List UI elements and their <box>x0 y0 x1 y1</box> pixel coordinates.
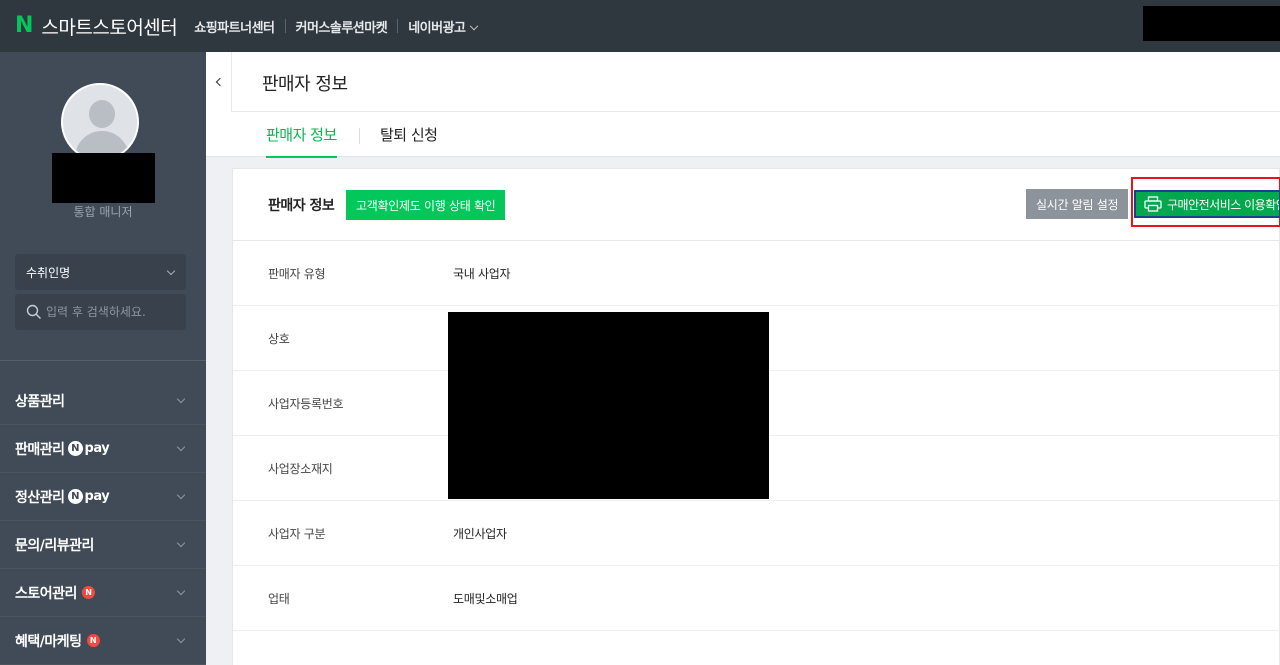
npay-text: pay <box>84 441 110 456</box>
avatar-head <box>89 100 115 128</box>
topnav-naver-ads[interactable]: 네이버광고 <box>408 17 478 36</box>
safe-purchase-service-label: 구매안전서비스 이용확인 <box>1167 197 1280 212</box>
sidebar-item-label: 혜택/마케팅 <box>15 633 82 650</box>
topnav-shopping-partner[interactable]: 쇼핑파트너센터 <box>194 17 275 36</box>
redacted-business-details <box>448 312 769 499</box>
chevron-down-icon <box>176 586 186 596</box>
user-avatar-icon <box>61 83 139 161</box>
table-row: 사업자 구분 개인사업자 <box>233 501 1280 566</box>
row-label: 사업자등록번호 <box>268 397 344 411</box>
store-select-value: 수취인명 <box>26 265 71 280</box>
sidebar-item-label: 상품관리 <box>15 393 65 410</box>
sidebar-item-store[interactable]: 스토어관리 N <box>0 569 206 617</box>
sidebar-item-label: 판매관리 <box>15 441 65 458</box>
row-label: 사업장소재지 <box>268 462 333 476</box>
row-value: 국내 사업자 <box>453 267 511 281</box>
sidebar-menu: 상품관리 판매관리 Npay 정산관리 Npay 문의/리뷰관리 스토어관리 N <box>0 377 206 665</box>
npay-badge: Npay <box>67 489 110 504</box>
logo[interactable]: N 스마트스토어센터 <box>15 13 178 40</box>
topnav-divider <box>284 19 286 33</box>
chevron-down-icon <box>176 490 186 500</box>
sidebar-item-label: 스토어관리 <box>15 585 77 602</box>
page-title: 판매자 정보 <box>262 74 348 95</box>
printer-icon <box>1144 196 1162 212</box>
search-input[interactable] <box>46 305 186 319</box>
redacted-user-name <box>52 153 155 203</box>
chevron-down-icon <box>469 21 478 30</box>
sidebar: 통합 매니저 수취인명 상품관리 판매관리 Npay 정산관리 Npay <box>0 52 206 665</box>
sidebar-item-settlement[interactable]: 정산관리 Npay <box>0 473 206 521</box>
npay-badge: Npay <box>67 441 110 456</box>
chevron-down-icon <box>166 266 176 275</box>
card-header: 판매자 정보 고객확인제도 이행 상태 확인 실시간 알림 설정 구매안전서비스… <box>233 169 1280 241</box>
npay-n-icon: N <box>67 489 83 504</box>
table-row: 업태 도매및소매업 <box>233 566 1280 631</box>
npay-n-icon: N <box>67 441 83 456</box>
row-value: 도매및소매업 <box>453 592 518 606</box>
sidebar-item-product[interactable]: 상품관리 <box>0 377 206 425</box>
row-label: 사업자 구분 <box>268 527 326 541</box>
store-select-dropdown[interactable]: 수취인명 <box>15 254 186 290</box>
topnav-divider <box>397 19 399 33</box>
sidebar-item-sales[interactable]: 판매관리 Npay <box>0 425 206 473</box>
chevron-down-icon <box>176 538 186 548</box>
row-label: 판매자 유형 <box>268 267 326 281</box>
redacted-account-area <box>1143 6 1280 41</box>
card-title: 판매자 정보 <box>268 198 335 214</box>
app-title: 스마트스토어센터 <box>41 16 178 39</box>
chevron-left-icon <box>215 77 225 87</box>
row-value: 개인사업자 <box>453 527 507 541</box>
topnav-commerce-solution[interactable]: 커머스솔루션마켓 <box>296 17 388 36</box>
user-role: 통합 매니저 <box>73 205 133 219</box>
chevron-down-icon <box>176 394 186 404</box>
chevron-down-icon <box>176 442 186 452</box>
top-nav: 쇼핑파트너센터 커머스솔루션마켓 네이버광고 <box>194 17 478 36</box>
page-header: 판매자 정보 <box>232 52 1280 112</box>
row-label: 상호 <box>268 332 290 346</box>
top-bar: N 스마트스토어센터 쇼핑파트너센터 커머스솔루션마켓 네이버광고 <box>0 0 1280 52</box>
row-label: 업태 <box>268 592 290 606</box>
sidebar-divider <box>0 360 206 361</box>
sidebar-item-inquiry-review[interactable]: 문의/리뷰관리 <box>0 521 206 569</box>
search-box <box>15 294 186 330</box>
kyc-status-button[interactable]: 고객확인제도 이행 상태 확인 <box>346 190 506 220</box>
tab-divider <box>359 128 360 144</box>
sidebar-collapse-button[interactable] <box>206 52 232 112</box>
sidebar-item-label: 정산관리 <box>15 489 65 506</box>
realtime-alert-button[interactable]: 실시간 알림 설정 <box>1026 189 1129 219</box>
tab-withdrawal[interactable]: 탈퇴 신청 <box>380 124 438 156</box>
npay-text: pay <box>84 489 110 504</box>
naver-n-logo-icon: N <box>15 13 34 38</box>
new-badge-icon: N <box>86 634 100 647</box>
table-row: 판매자 유형 국내 사업자 <box>233 241 1280 306</box>
topnav-naver-ads-label: 네이버광고 <box>408 20 466 36</box>
new-badge-icon: N <box>81 586 95 599</box>
safe-purchase-service-button[interactable]: 구매안전서비스 이용확인 <box>1134 190 1280 218</box>
tab-bar: 판매자 정보 탈퇴 신청 <box>206 112 1280 158</box>
seller-info-card: 판매자 정보 고객확인제도 이행 상태 확인 실시간 알림 설정 구매안전서비스… <box>232 168 1280 665</box>
search-icon <box>26 304 41 319</box>
tab-seller-info[interactable]: 판매자 정보 <box>266 124 337 158</box>
sidebar-item-label: 문의/리뷰관리 <box>15 537 94 554</box>
chevron-down-icon <box>176 634 186 644</box>
sidebar-item-marketing[interactable]: 혜택/마케팅 N <box>0 617 206 665</box>
